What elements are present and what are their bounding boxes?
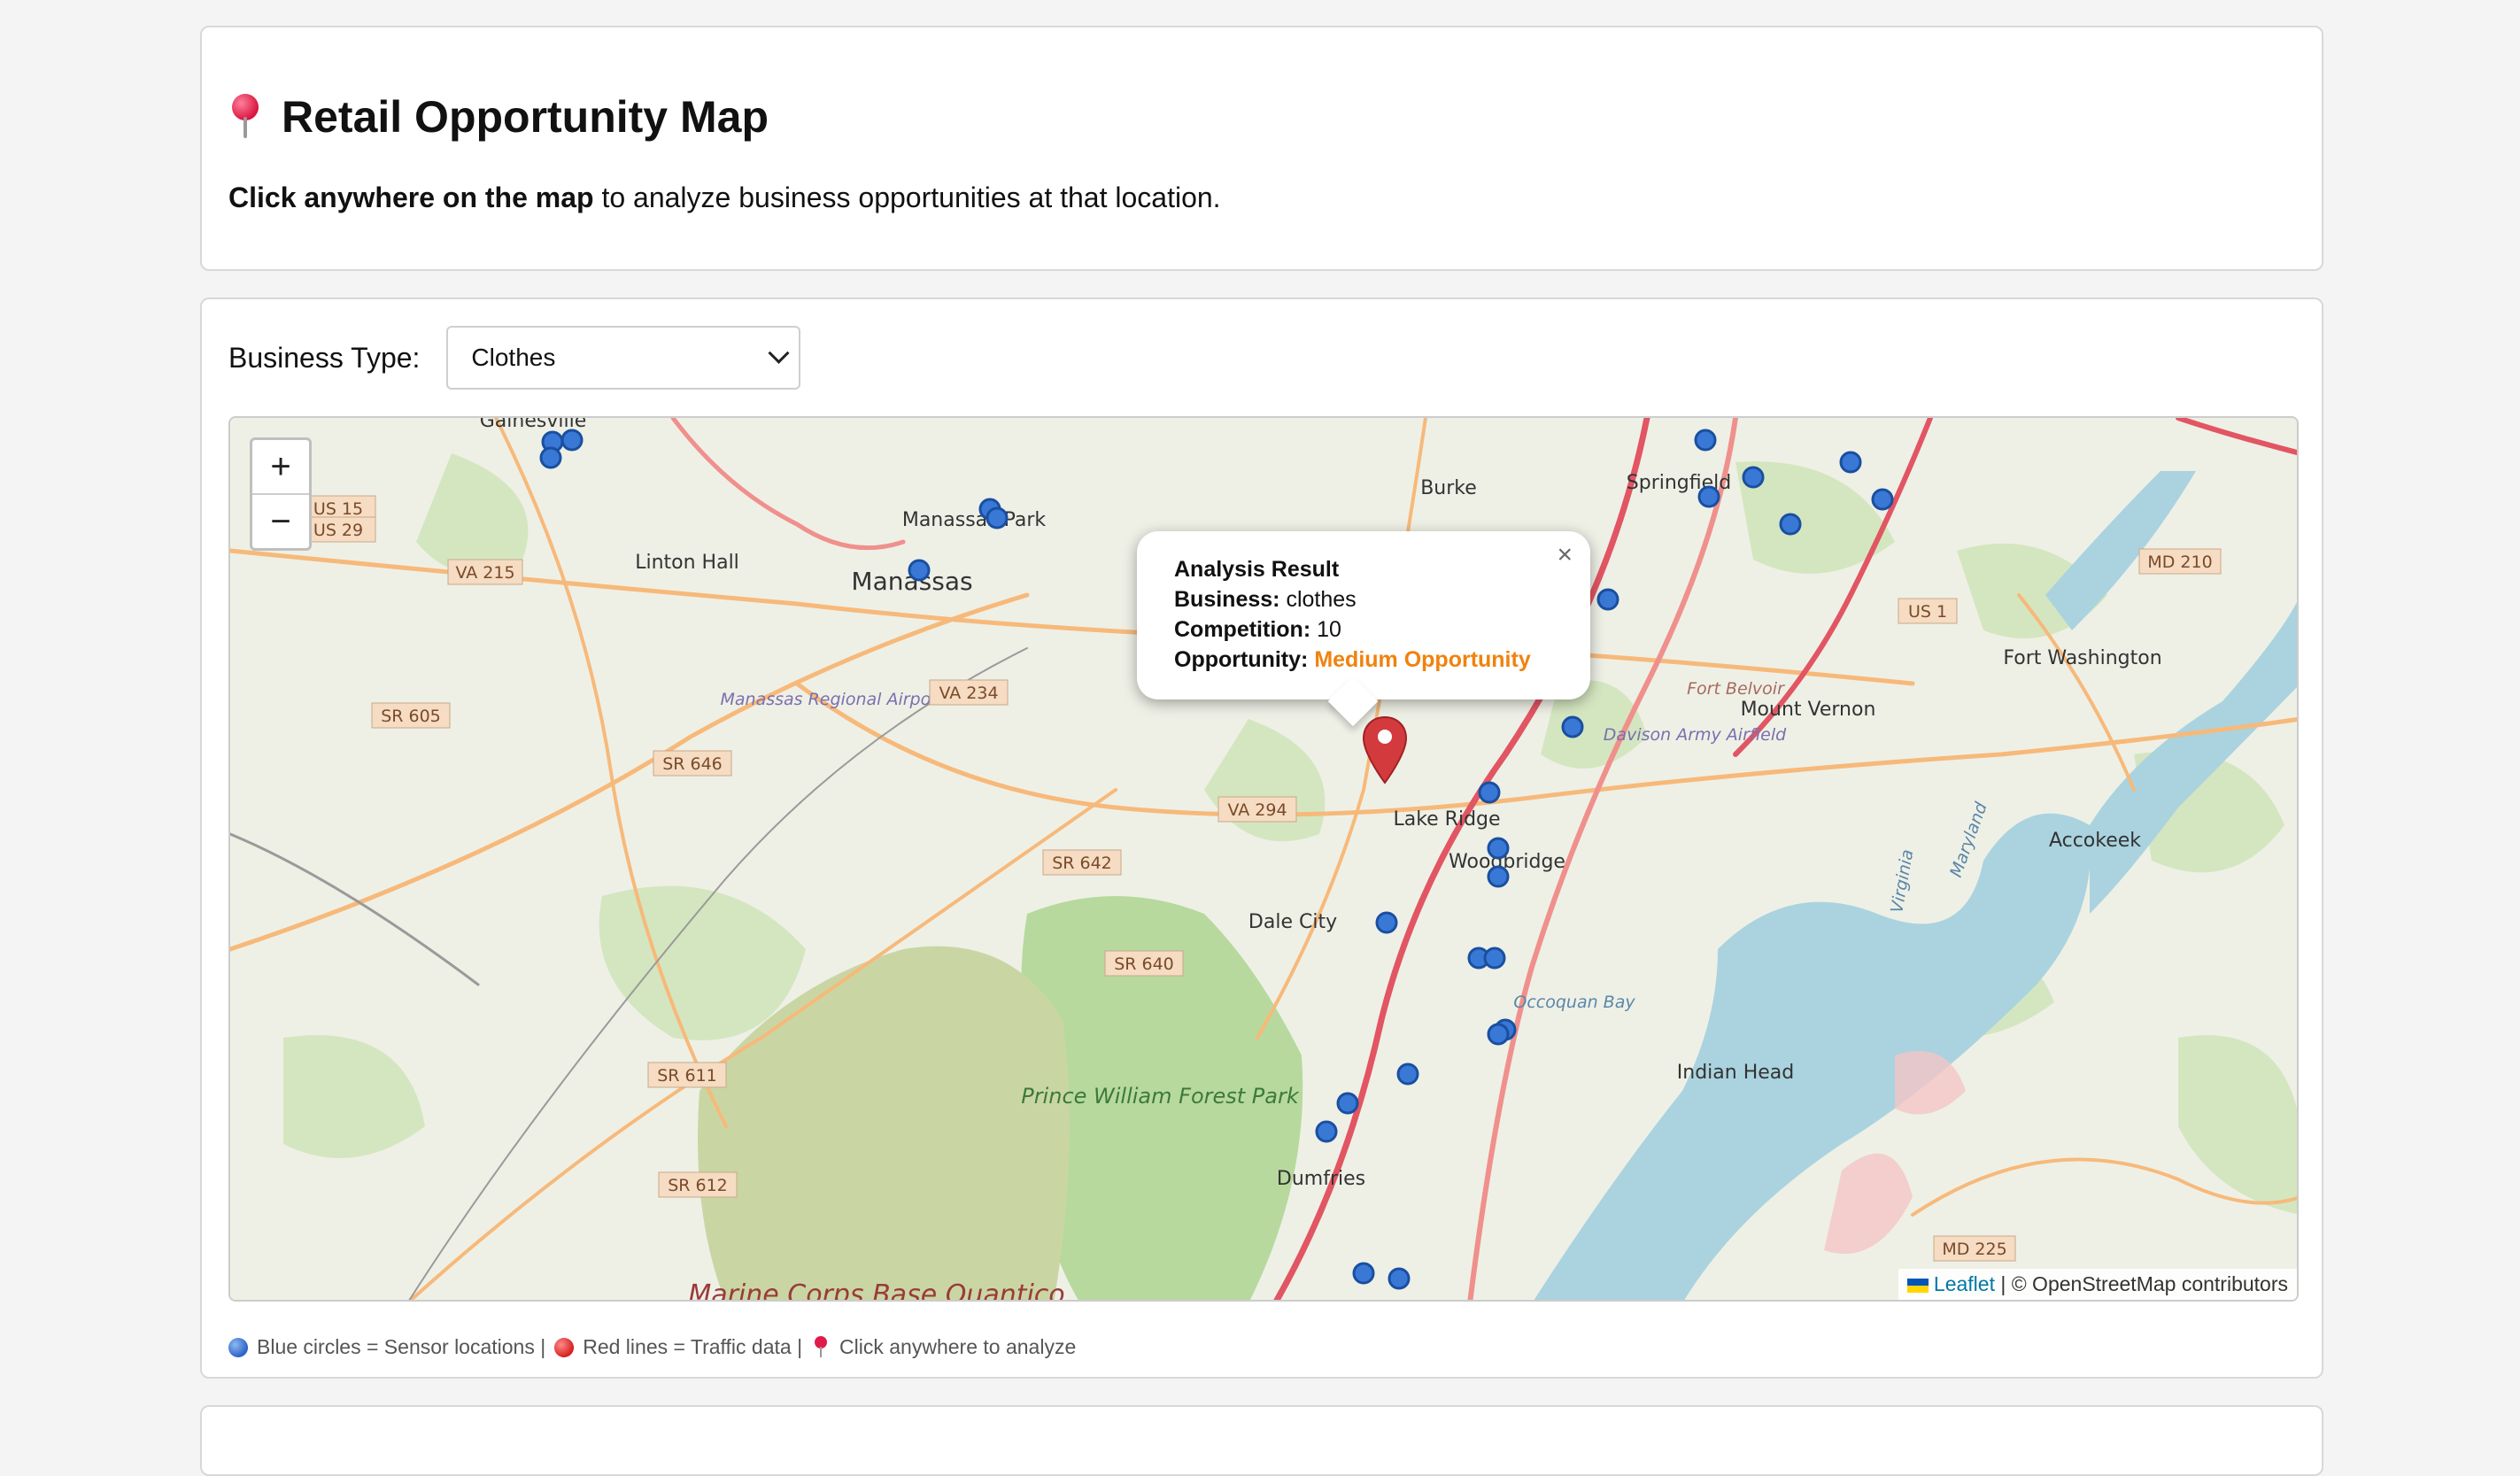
label-mount-vernon: Mount Vernon [1741, 699, 1876, 721]
red-circle-icon [554, 1337, 575, 1357]
shield-va215: VA 215 [447, 559, 523, 585]
shield-sr611: SR 611 [647, 1062, 727, 1088]
svg-text:MD 225: MD 225 [1942, 1240, 2006, 1259]
label-airport: Manassas Regional Airport [721, 690, 947, 709]
svg-text:SR 646: SR 646 [662, 754, 723, 774]
popup-heading: Analysis Result [1174, 557, 1340, 582]
label-quantico: Marine Corps Base Quantico [688, 1279, 1064, 1302]
close-icon[interactable]: × [1557, 540, 1573, 570]
shield-us1: US 1 [1898, 598, 1958, 624]
shield-sr640: SR 640 [1104, 950, 1184, 977]
page-title: Retail Opportunity Map [228, 91, 769, 143]
zoom-in-button[interactable]: + [252, 440, 309, 495]
analysis-popup: × Analysis Result Business: clothes Comp… [1137, 531, 1590, 727]
map-legend: Blue circles = Sensor locations | Red li… [228, 1335, 1076, 1359]
instructions-rest: to analyze business opportunities at tha… [593, 182, 1221, 213]
shield-sr605: SR 605 [371, 702, 451, 729]
leaflet-link[interactable]: Leaflet [1934, 1272, 1995, 1295]
svg-text:US 1: US 1 [1908, 602, 1947, 622]
label-occoquan-bay: Occoquan Bay [1513, 993, 1635, 1012]
svg-text:VA 234: VA 234 [939, 684, 998, 703]
location-marker-icon[interactable] [1362, 715, 1408, 786]
shield-md210: MD 210 [2138, 548, 2222, 575]
label-lake-ridge: Lake Ridge [1393, 808, 1500, 831]
label-fort-washington: Fort Washington [2003, 647, 2161, 669]
legend-traffic: Red lines = Traffic data | [583, 1335, 803, 1358]
shield-us29: US 29 [300, 516, 376, 543]
label-accokeek: Accokeek [2049, 830, 2141, 852]
label-manassas-park: Manassas Park [902, 509, 1047, 531]
label-davison: Davison Army Airfield [1604, 725, 1787, 745]
shield-va234: VA 234 [929, 679, 1009, 706]
attribution-text: | © OpenStreetMap contributors [1994, 1272, 2288, 1295]
ukraine-flag-icon [1906, 1279, 1929, 1293]
popup-competition-label: Competition: [1174, 617, 1311, 642]
label-prince-william: Prince William Forest Park [1021, 1084, 1300, 1109]
results-card [200, 1405, 2323, 1476]
shield-md225: MD 225 [1933, 1235, 2016, 1262]
label-dale-city: Dale City [1248, 911, 1337, 933]
map-card: Business Type: Clothes Gainesville Manas… [200, 298, 2323, 1379]
svg-text:VA 215: VA 215 [455, 563, 514, 583]
map-view[interactable]: Gainesville Manassas Manassas Park Linto… [228, 416, 2299, 1302]
chevron-down-icon [768, 342, 790, 364]
legend-click: Click anywhere to analyze [839, 1335, 1077, 1358]
pushpin-icon [228, 94, 262, 140]
popup-opportunity-label: Opportunity: [1174, 647, 1309, 672]
shield-va294: VA 294 [1217, 796, 1297, 823]
business-type-row: Business Type: Clothes [228, 326, 801, 390]
svg-text:SR 612: SR 612 [668, 1176, 728, 1195]
svg-text:SR 611: SR 611 [657, 1066, 717, 1086]
svg-text:US 15: US 15 [313, 499, 363, 519]
popup-business-label: Business: [1174, 587, 1280, 612]
svg-text:US 29: US 29 [313, 521, 363, 540]
popup-opportunity-value: Medium Opportunity [1314, 647, 1531, 672]
label-burke: Burke [1420, 477, 1477, 499]
svg-text:MD 210: MD 210 [2147, 553, 2212, 572]
label-indian-head: Indian Head [1677, 1062, 1794, 1084]
label-fort-belvoir: Fort Belvoir [1687, 679, 1785, 699]
zoom-control: + − [250, 437, 312, 551]
business-type-label: Business Type: [228, 341, 421, 374]
svg-text:SR 642: SR 642 [1052, 854, 1112, 873]
label-linton-hall: Linton Hall [635, 552, 739, 574]
blue-circle-icon [228, 1337, 248, 1357]
header-card: Retail Opportunity Map Click anywhere on… [200, 26, 2323, 271]
page-title-text: Retail Opportunity Map [282, 92, 769, 142]
shield-sr612: SR 612 [658, 1171, 738, 1198]
business-type-value: Clothes [471, 344, 556, 371]
popup-business-value: clothes [1286, 587, 1357, 612]
instructions: Click anywhere on the map to analyze bus… [228, 182, 1221, 214]
svg-text:VA 294: VA 294 [1227, 800, 1287, 820]
svg-text:SR 605: SR 605 [381, 707, 441, 726]
business-type-select[interactable]: Clothes [446, 326, 801, 390]
shield-sr642: SR 642 [1042, 849, 1122, 876]
instructions-bold: Click anywhere on the map [228, 182, 594, 213]
popup-competition-value: 10 [1317, 617, 1341, 642]
svg-text:SR 640: SR 640 [1114, 954, 1174, 974]
zoom-out-button[interactable]: − [252, 495, 309, 548]
pushpin-icon [811, 1335, 831, 1359]
map-attribution: Leaflet | © OpenStreetMap contributors [1898, 1269, 2297, 1300]
legend-sensor: Blue circles = Sensor locations | [257, 1335, 546, 1358]
shield-sr646: SR 646 [653, 750, 732, 777]
label-dumfries: Dumfries [1277, 1168, 1365, 1190]
